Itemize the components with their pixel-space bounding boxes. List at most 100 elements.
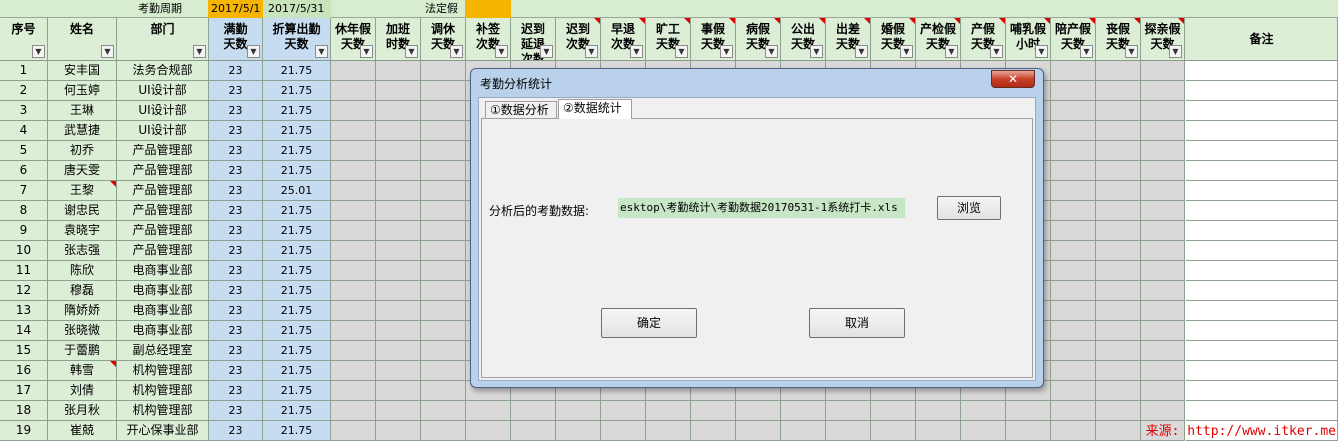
table-cell[interactable]: 3 — [0, 101, 48, 121]
table-cell[interactable] — [1051, 261, 1096, 281]
table-cell[interactable] — [421, 121, 466, 141]
table-cell[interactable]: 23 — [209, 281, 263, 301]
table-cell[interactable] — [376, 381, 421, 401]
table-cell[interactable] — [1141, 101, 1185, 121]
table-cell[interactable] — [1096, 321, 1141, 341]
table-cell[interactable] — [1006, 421, 1051, 441]
table-cell[interactable]: 王琳 — [48, 101, 117, 121]
table-cell[interactable] — [961, 401, 1006, 421]
table-cell[interactable] — [1051, 141, 1096, 161]
table-cell[interactable]: 安丰国 — [48, 61, 117, 81]
table-cell[interactable] — [1141, 361, 1185, 381]
table-cell[interactable]: 于蕾鹏 — [48, 341, 117, 361]
table-cell[interactable] — [421, 321, 466, 341]
table-cell[interactable]: 唐天雯 — [48, 161, 117, 181]
table-cell[interactable] — [1186, 101, 1338, 121]
table-cell[interactable] — [781, 421, 826, 441]
table-cell[interactable] — [1186, 201, 1338, 221]
table-cell[interactable] — [1051, 341, 1096, 361]
table-cell[interactable] — [1051, 61, 1096, 81]
table-cell[interactable]: 张晓微 — [48, 321, 117, 341]
table-cell[interactable] — [331, 381, 376, 401]
table-cell[interactable] — [916, 421, 961, 441]
table-cell[interactable] — [331, 281, 376, 301]
table-cell[interactable]: 10 — [0, 241, 48, 261]
table-cell[interactable]: 刘倩 — [48, 381, 117, 401]
table-cell[interactable] — [1051, 121, 1096, 141]
table-cell[interactable] — [1051, 281, 1096, 301]
table-cell[interactable]: UI设计部 — [117, 121, 209, 141]
table-cell[interactable] — [1051, 241, 1096, 261]
table-cell[interactable] — [1186, 221, 1338, 241]
table-cell[interactable] — [331, 81, 376, 101]
table-cell[interactable]: 21.75 — [263, 161, 331, 181]
table-cell[interactable] — [1141, 61, 1185, 81]
table-cell[interactable] — [1051, 421, 1096, 441]
table-cell[interactable] — [331, 61, 376, 81]
table-cell[interactable]: 23 — [209, 101, 263, 121]
filter-dropdown-icon[interactable]: ▼ — [900, 45, 913, 58]
table-cell[interactable] — [871, 401, 916, 421]
table-cell[interactable]: 15 — [0, 341, 48, 361]
table-cell[interactable] — [1096, 421, 1141, 441]
table-cell[interactable]: 12 — [0, 281, 48, 301]
table-cell[interactable] — [376, 261, 421, 281]
table-cell[interactable] — [421, 201, 466, 221]
table-cell[interactable] — [331, 361, 376, 381]
table-cell[interactable] — [376, 361, 421, 381]
table-cell[interactable] — [691, 401, 736, 421]
table-cell[interactable] — [1141, 301, 1185, 321]
table-cell[interactable] — [1186, 121, 1338, 141]
table-cell[interactable] — [1141, 81, 1185, 101]
filter-dropdown-icon[interactable]: ▼ — [585, 45, 598, 58]
filter-dropdown-icon[interactable]: ▼ — [450, 45, 463, 58]
ok-button[interactable]: 确定 — [601, 308, 697, 338]
table-cell[interactable] — [1051, 161, 1096, 181]
table-cell[interactable] — [1051, 201, 1096, 221]
filter-dropdown-icon[interactable]: ▼ — [630, 45, 643, 58]
table-cell[interactable] — [511, 421, 556, 441]
table-cell[interactable] — [331, 421, 376, 441]
table-cell[interactable] — [1051, 361, 1096, 381]
table-cell[interactable]: 韩雪 — [48, 361, 117, 381]
table-cell[interactable]: 机构管理部 — [117, 381, 209, 401]
table-cell[interactable] — [1051, 301, 1096, 321]
table-cell[interactable] — [421, 61, 466, 81]
table-cell[interactable]: 法务合规部 — [117, 61, 209, 81]
start-date-cell[interactable]: 2017/5/1 — [208, 0, 263, 18]
table-cell[interactable]: 产品管理部 — [117, 161, 209, 181]
filter-dropdown-icon[interactable]: ▼ — [193, 45, 206, 58]
table-cell[interactable]: 产品管理部 — [117, 221, 209, 241]
filter-dropdown-icon[interactable]: ▼ — [495, 45, 508, 58]
table-cell[interactable] — [376, 141, 421, 161]
filter-dropdown-icon[interactable]: ▼ — [360, 45, 373, 58]
table-cell[interactable] — [1186, 241, 1338, 261]
table-cell[interactable]: 7 — [0, 181, 48, 201]
table-cell[interactable]: 14 — [0, 321, 48, 341]
table-cell[interactable] — [376, 301, 421, 321]
table-cell[interactable] — [1186, 321, 1338, 341]
table-cell[interactable] — [736, 421, 781, 441]
table-cell[interactable]: 25.01 — [263, 181, 331, 201]
table-cell[interactable] — [1096, 361, 1141, 381]
table-cell[interactable] — [1051, 81, 1096, 101]
table-cell[interactable] — [376, 341, 421, 361]
table-cell[interactable] — [421, 221, 466, 241]
table-cell[interactable]: 21.75 — [263, 141, 331, 161]
table-cell[interactable] — [1096, 281, 1141, 301]
table-cell[interactable] — [376, 281, 421, 301]
table-cell[interactable] — [376, 321, 421, 341]
table-cell[interactable] — [1186, 261, 1338, 281]
table-cell[interactable] — [331, 201, 376, 221]
table-cell[interactable] — [1141, 341, 1185, 361]
table-cell[interactable] — [1051, 181, 1096, 201]
table-cell[interactable] — [601, 421, 646, 441]
table-cell[interactable] — [556, 401, 601, 421]
table-cell[interactable] — [421, 101, 466, 121]
table-cell[interactable] — [421, 341, 466, 361]
table-cell[interactable]: 袁晓宇 — [48, 221, 117, 241]
table-cell[interactable] — [1096, 341, 1141, 361]
table-cell[interactable]: 何玉婷 — [48, 81, 117, 101]
filter-dropdown-icon[interactable]: ▼ — [990, 45, 1003, 58]
table-cell[interactable]: 9 — [0, 221, 48, 241]
